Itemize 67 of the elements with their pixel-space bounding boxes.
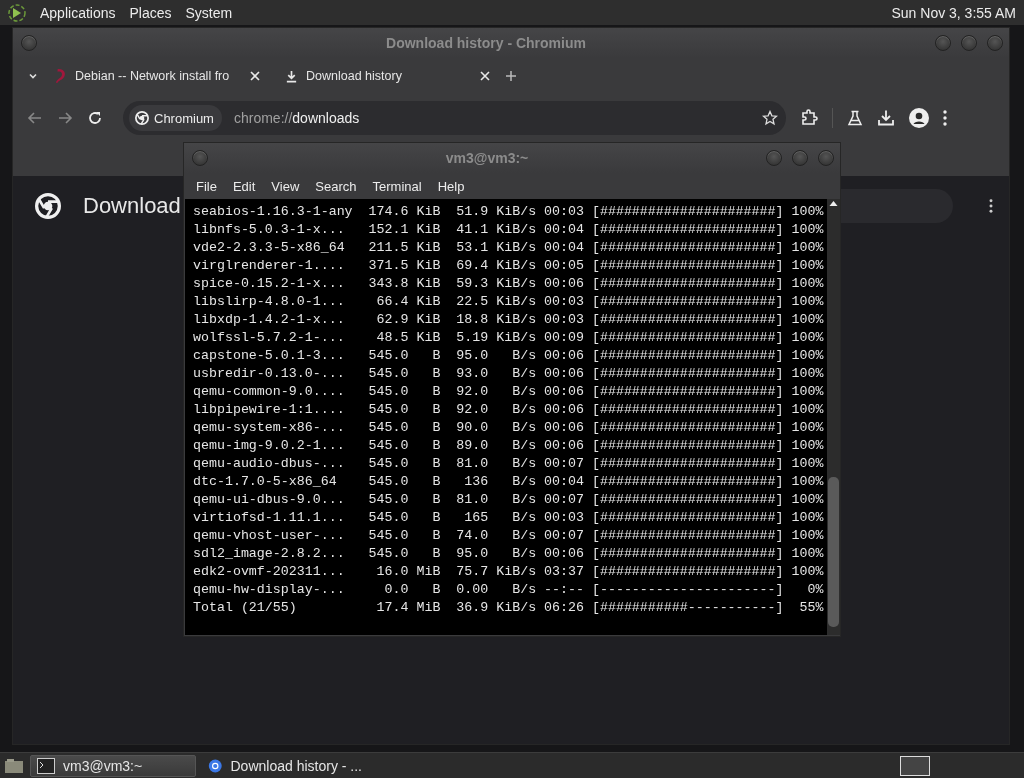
star-icon[interactable] xyxy=(762,110,778,126)
url-text: chrome://downloads xyxy=(233,110,361,126)
show-desktop-icon[interactable] xyxy=(4,756,24,775)
taskbar-button[interactable]: Download history - ... xyxy=(202,754,368,777)
more-menu-icon[interactable] xyxy=(943,110,947,126)
terminal-line: virtiofsd-1.11.1... 545.0 B 165 B/s 00:03 [######################] 100% xyxy=(193,509,824,527)
terminal-line: qemu-img-9.0.2-1... 545.0 B 89.0 B/s 00:06 [######################] 100% xyxy=(193,437,824,455)
terminal-line: qemu-system-x86-... 545.0 B 90.0 B/s 00:06 [######################] 100% xyxy=(193,419,824,437)
browser-tab[interactable]: Download history xyxy=(275,61,499,91)
terminal-line: vde2-2.3.3-5-x86_64 211.5 KiB 53.1 KiB/s 00:04 [######################] 100% xyxy=(193,239,824,257)
more-menu-icon[interactable] xyxy=(989,199,993,213)
terminal-line: capstone-5.0.1-3... 545.0 B 95.0 B/s 00:06 [######################] 100% xyxy=(193,347,824,365)
menu-item[interactable]: Help xyxy=(429,178,473,194)
back-arrow-icon[interactable] xyxy=(27,110,43,126)
terminal-line: libpipewire-1:1.... 545.0 B 92.0 B/s 00:06 [######################] 100% xyxy=(193,401,824,419)
browser-logo-icon xyxy=(35,193,61,219)
download-icon[interactable] xyxy=(877,109,895,127)
menu-item[interactable]: View xyxy=(263,178,308,194)
plus-icon[interactable] xyxy=(505,70,517,82)
terminal-line: virglrenderer-1.... 371.5 KiB 69.4 KiB/s 00:05 [######################] 100% xyxy=(193,257,824,275)
window-title: Download history - Chromium xyxy=(385,35,587,51)
menu-item[interactable]: Edit xyxy=(224,178,264,194)
address-bar[interactable]: Chromium chrome://downloads xyxy=(123,101,786,135)
taskbar-button[interactable]: vm3@vm3:~ xyxy=(30,754,196,777)
reload-icon[interactable] xyxy=(87,110,103,126)
terminal-line: qemu-vhost-user-... 545.0 B 74.0 B/s 00:07 [######################] 100% xyxy=(193,527,824,545)
terminal-line: qemu-hw-display-... 0.0 B 0.00 B/s --:-- [----------------------] 0% xyxy=(193,581,824,599)
terminal-line: sdl2_image-2.8.2... 545.0 B 95.0 B/s 00:06 [######################] 100% xyxy=(193,545,824,563)
terminal-line: edk2-ovmf-202311... 16.0 MiB 75.7 KiB/s 03:37 [######################] 100% xyxy=(193,563,824,581)
terminal-line: usbredir-0.13.0-... 545.0 B 93.0 B/s 00:06 [######################] 100% xyxy=(193,365,824,383)
download-icon xyxy=(285,69,298,83)
terminal-line: qemu-common-9.0.... 545.0 B 92.0 B/s 00:06 [######################] 100% xyxy=(193,383,824,401)
swirl-icon xyxy=(55,68,67,84)
window-title: vm3@vm3:~ xyxy=(444,150,530,166)
terminal-line: libslirp-4.8.0-1... 66.4 KiB 22.5 KiB/s 00:03 [######################] 100% xyxy=(193,293,824,311)
terminal-line: seabios-1.16.3-1-any 174.6 KiB 51.9 KiB/s 00:03 [######################] 100% xyxy=(193,203,824,221)
browser-tab[interactable]: Debian -- Network install fro xyxy=(45,61,269,91)
forward-arrow-icon[interactable] xyxy=(57,110,73,126)
terminal-line: qemu-audio-dbus-... 545.0 B 81.0 B/s 00:07 [######################] 100% xyxy=(193,455,824,473)
terminal-line: libxdp-1.4.2-1-x... 62.9 KiB 18.8 KiB/s 00:03 [######################] 100% xyxy=(193,311,824,329)
profile-avatar-icon[interactable] xyxy=(909,108,929,128)
panel-menu[interactable]: Places xyxy=(129,4,172,21)
clock[interactable]: Sun Nov 3, 3:55 AM xyxy=(891,4,1016,21)
puzzle-icon[interactable] xyxy=(800,109,818,127)
terminal-icon xyxy=(37,757,55,774)
close-icon[interactable] xyxy=(249,70,261,82)
terminal-line: spice-0.15.2-1-x... 343.8 KiB 59.3 KiB/s 00:06 [######################] 100% xyxy=(193,275,824,293)
close-icon[interactable] xyxy=(479,70,491,82)
flask-icon[interactable] xyxy=(847,110,863,126)
menu-item[interactable]: File xyxy=(188,178,225,194)
terminal-line: libnfs-5.0.3-1-x... 152.1 KiB 41.1 KiB/s 00:04 [######################] 100% xyxy=(193,221,824,239)
panel-menu[interactable]: System xyxy=(185,4,233,21)
workspace-switcher[interactable] xyxy=(900,755,930,776)
terminal-line: wolfssl-5.7.2-1-... 48.5 KiB 5.19 KiB/s 00:09 [######################] 100% xyxy=(193,329,824,347)
scroll-thumb[interactable] xyxy=(828,477,839,627)
distro-logo-icon[interactable] xyxy=(8,3,26,22)
site-chip[interactable]: Chromium xyxy=(129,105,222,131)
scrollbar[interactable] xyxy=(827,199,840,635)
terminal-line: dtc-1.7.0-5-x86_64 545.0 B 136 B/s 00:04 [######################] 100% xyxy=(193,473,824,491)
scroll-up-icon[interactable] xyxy=(827,199,840,207)
menu-item[interactable]: Terminal xyxy=(364,178,430,194)
browser-logo-icon xyxy=(135,111,149,125)
page-heading: Download xyxy=(83,193,181,219)
menu-item[interactable]: Search xyxy=(307,178,365,194)
terminal-line: qemu-ui-dbus-9.0... 545.0 B 81.0 B/s 00:07 [######################] 100% xyxy=(193,491,824,509)
panel-menu[interactable]: Applications xyxy=(40,4,116,21)
terminal-line: Total (21/55) 17.4 MiB 36.9 KiB/s 06:26 [###########-----------] 55% xyxy=(193,599,824,617)
